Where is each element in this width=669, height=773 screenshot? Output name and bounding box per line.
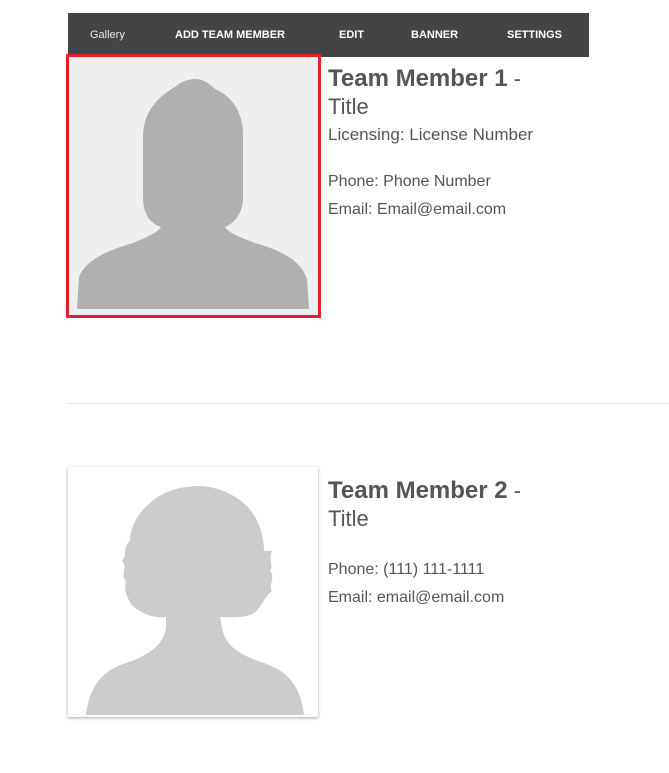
name-dash: - [513, 478, 521, 503]
team-member-2-title[interactable]: Title [328, 506, 521, 532]
male-silhouette-icon [77, 79, 309, 309]
team-member-1-title[interactable]: Title [328, 94, 533, 120]
team-member-2-email[interactable]: Email: email@email.com [328, 584, 521, 612]
team-member-1-licensing[interactable]: Licensing: License Number [328, 122, 533, 148]
team-member-2-name-row: Team Member 2- [328, 476, 521, 506]
banner-button[interactable]: BANNER [411, 13, 458, 57]
name-dash: - [513, 66, 521, 91]
team-member-1-name-row: Team Member 1- [328, 64, 533, 94]
team-member-2-photo[interactable] [68, 467, 318, 717]
team-member-1-phone[interactable]: Phone: Phone Number [328, 168, 533, 196]
team-member-1-email[interactable]: Email: Email@email.com [328, 196, 533, 224]
add-team-member-button[interactable]: ADD TEAM MEMBER [175, 13, 285, 57]
female-silhouette-icon [86, 485, 304, 715]
member-divider [68, 403, 669, 404]
settings-button[interactable]: SETTINGS [507, 13, 562, 57]
gallery-button[interactable]: Gallery [90, 13, 125, 57]
team-member-1-info: Team Member 1- Title Licensing: License … [328, 64, 533, 224]
edit-toolbar: Gallery ADD TEAM MEMBER EDIT BANNER SETT… [68, 13, 589, 57]
team-member-1-name[interactable]: Team Member 1 [328, 65, 508, 92]
edit-button[interactable]: EDIT [339, 13, 364, 57]
team-member-2-name[interactable]: Team Member 2 [328, 477, 508, 504]
team-member-1-photo[interactable] [69, 57, 318, 315]
team-member-2-info: Team Member 2- Title Phone: (111) 111-11… [328, 476, 521, 612]
team-member-2-phone[interactable]: Phone: (111) 111-1111 [328, 556, 521, 584]
